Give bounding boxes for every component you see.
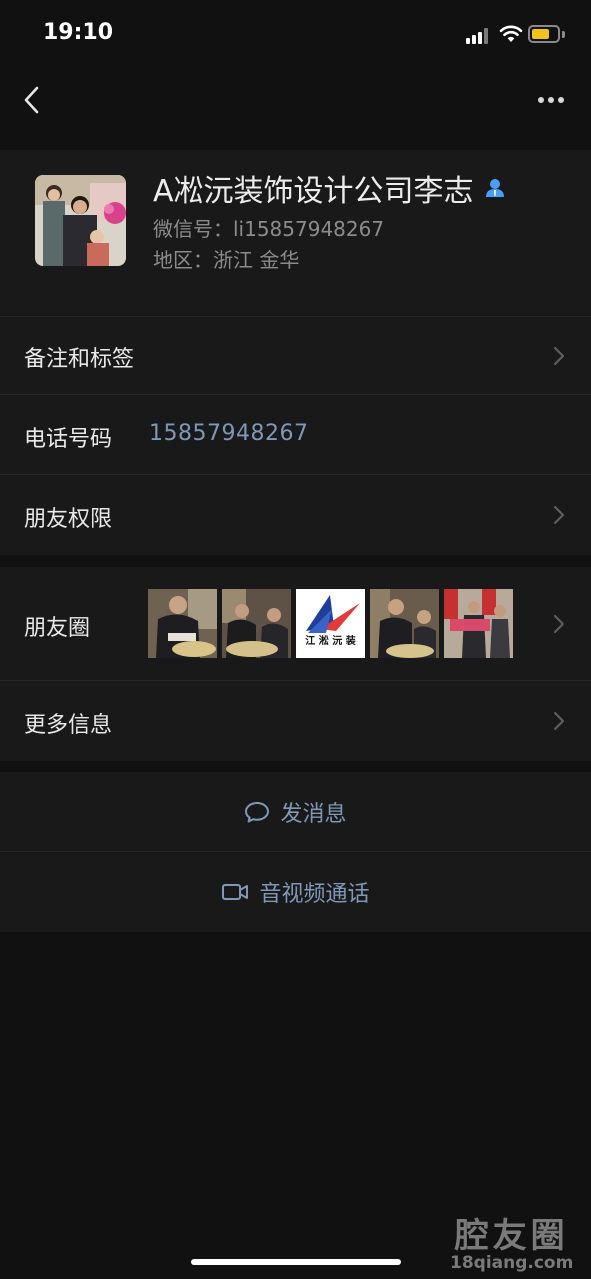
video-call-label: 音视频通话 — [259, 882, 370, 907]
site-watermark: 腔友圈 18qiang.com — [450, 1208, 573, 1273]
info-group: 备注和标签 电话号码 15857948267 朋友权限 — [0, 316, 591, 555]
cellular-signal-icon — [466, 28, 492, 44]
more-options-icon[interactable] — [534, 92, 568, 108]
home-indicator[interactable] — [191, 1259, 401, 1265]
moments-thumbnail — [444, 589, 513, 658]
chevron-right-icon — [553, 505, 565, 525]
moments-row[interactable]: 朋友圈 江 淞 沅 装 — [0, 567, 591, 681]
remarks-tags-row[interactable]: 备注和标签 — [0, 316, 591, 395]
more-info-label: 更多信息 — [24, 713, 113, 738]
status-bar: 19:10 — [0, 0, 591, 70]
contact-profile-screen: 19:10 A凇沅装饰设计公司李志 微信号：li15857948267 地区：浙… — [0, 0, 591, 1279]
moments-thumbnail — [222, 589, 291, 658]
profile-name: A凇沅装饰设计公司李志 — [153, 174, 474, 209]
moments-thumbnail — [148, 589, 217, 658]
phone-row: 电话号码 15857948267 — [0, 395, 591, 475]
region: 地区：浙江 金华 — [153, 248, 300, 272]
send-message-button[interactable]: 发消息 — [0, 772, 591, 852]
remarks-tags-label: 备注和标签 — [24, 347, 135, 372]
actions-group: 发消息 音视频通话 — [0, 772, 591, 932]
friend-permissions-label: 朋友权限 — [24, 507, 113, 532]
watermark-sub: 18qiang.com — [450, 1253, 574, 1273]
contact-person-icon — [485, 179, 504, 197]
friend-permissions-row[interactable]: 朋友权限 — [0, 475, 591, 555]
battery-icon — [528, 25, 560, 43]
profile-header: A凇沅装饰设计公司李志 微信号：li15857948267 地区：浙江 金华 — [0, 150, 591, 316]
status-time: 19:10 — [43, 20, 114, 45]
moments-logo-text: 江 淞 沅 装 — [305, 636, 356, 647]
avatar[interactable] — [35, 175, 126, 266]
send-message-label: 发消息 — [280, 802, 347, 827]
moments-group: 朋友圈 江 淞 沅 装 更多信息 — [0, 567, 591, 761]
video-camera-icon — [222, 884, 249, 900]
wechat-id: 微信号：li15857948267 — [153, 217, 385, 241]
video-call-button[interactable]: 音视频通话 — [0, 852, 591, 932]
moments-thumbnail — [370, 589, 439, 658]
moments-label: 朋友圈 — [24, 616, 91, 641]
phone-number-link[interactable]: 15857948267 — [149, 421, 308, 446]
moments-thumbnails: 江 淞 沅 装 — [148, 589, 513, 658]
wifi-icon — [499, 25, 523, 42]
watermark-main: 腔友圈 — [454, 1216, 569, 1256]
moments-thumbnail-logo: 江 淞 沅 装 — [296, 589, 365, 658]
phone-label: 电话号码 — [24, 427, 113, 452]
more-info-row[interactable]: 更多信息 — [0, 681, 591, 761]
chevron-right-icon — [553, 614, 565, 634]
chat-bubble-icon — [245, 802, 270, 823]
chevron-right-icon — [553, 346, 565, 366]
chevron-right-icon — [553, 711, 565, 731]
back-arrow-icon[interactable] — [18, 84, 48, 116]
